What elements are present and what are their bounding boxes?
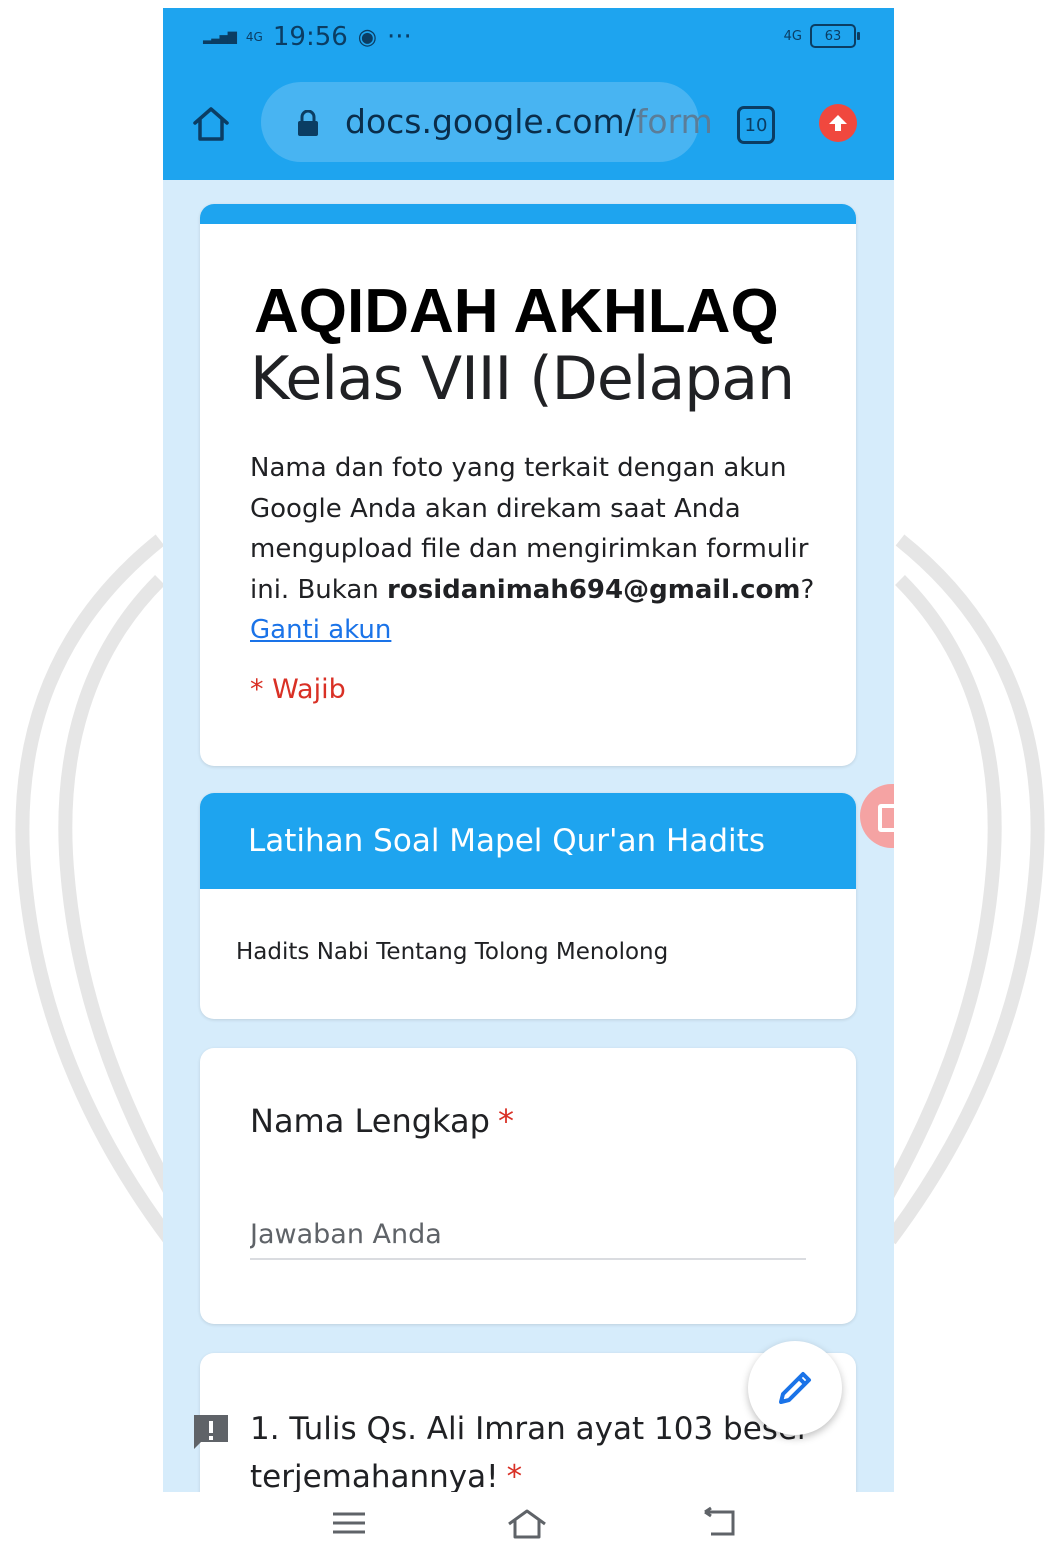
question-1-text: 1. Tulis Qs. Ali Imran ayat 103 beser te… [250,1405,830,1492]
more-notifications: ··· [387,22,412,52]
chrome-icon: ◉ [357,24,377,50]
answer-input[interactable] [250,1210,806,1260]
system-nav-bar [163,1492,894,1548]
section-card: Latihan Soal Mapel Qur'an Hadits Hadits … [200,793,856,1019]
question-label: Nama Lengkap * [250,1102,514,1140]
account-email: rosidanimah694@gmail.com [387,574,801,605]
home-icon[interactable] [191,104,231,144]
arrow-up-icon [829,115,847,131]
url-text: docs.google.com/form [345,102,713,141]
feedback-icon[interactable] [191,1412,231,1452]
browser-toolbar: ▂▃▅▇ 4G 19:56 ◉ ··· 4G 63 docs.google.co… [163,8,894,180]
network-type: 4G [245,30,263,44]
lock-icon [298,110,318,136]
tab-switcher-button[interactable]: 10 [737,106,775,144]
desc-question-mark: ? [800,574,815,605]
form-header-card: AQIDAH AKHLAQ Kelas VIII (Delapan Nama d… [200,204,856,766]
url-domain: docs.google.com/ [345,102,636,141]
section-description: Hadits Nabi Tentang Tolong Menolong [236,939,669,965]
status-bar-right: 4G 63 [783,24,860,48]
home-nav-icon[interactable] [505,1506,549,1540]
back-icon[interactable] [697,1506,741,1540]
floating-side-icon[interactable] [860,784,894,848]
pencil-icon [779,1372,811,1404]
url-path: form [635,102,713,141]
required-note: * Wajib [250,674,346,705]
network-type-right: 4G [783,28,802,44]
form-subtitle: Kelas VIII (Delapan [250,344,795,414]
status-time: 19:56 [272,22,348,52]
required-star: * [506,1459,523,1492]
status-bar-left: ▂▃▅▇ 4G 19:56 ◉ ··· [203,22,412,52]
battery-icon: 63 [810,24,860,48]
signal-icon: ▂▃▅▇ [203,30,237,44]
section-title: Latihan Soal Mapel Qur'an Hadits [200,793,856,889]
form-title: AQIDAH AKHLAQ [254,277,779,346]
required-star: * [497,1102,514,1140]
form-header-band [200,204,856,224]
address-bar[interactable]: docs.google.com/form [261,82,713,162]
switch-account-link[interactable]: Ganti akun [250,615,391,645]
edit-fab-button[interactable] [748,1341,842,1435]
question-title: Nama Lengkap [250,1102,490,1140]
menu-icon[interactable] [327,1506,371,1540]
battery-level: 63 [824,28,842,44]
question-card-name: Nama Lengkap * [200,1048,856,1324]
question-1-line2: terjemahannya! [250,1459,499,1492]
tab-count: 10 [744,114,768,136]
upload-icon[interactable] [819,104,857,142]
question-1-line1: 1. Tulis Qs. Ali Imran ayat 103 beser [250,1411,810,1447]
form-description: Nama dan foto yang terkait dengan akun G… [250,448,830,651]
phone-screen: ▂▃▅▇ 4G 19:56 ◉ ··· 4G 63 docs.google.co… [163,8,894,1492]
